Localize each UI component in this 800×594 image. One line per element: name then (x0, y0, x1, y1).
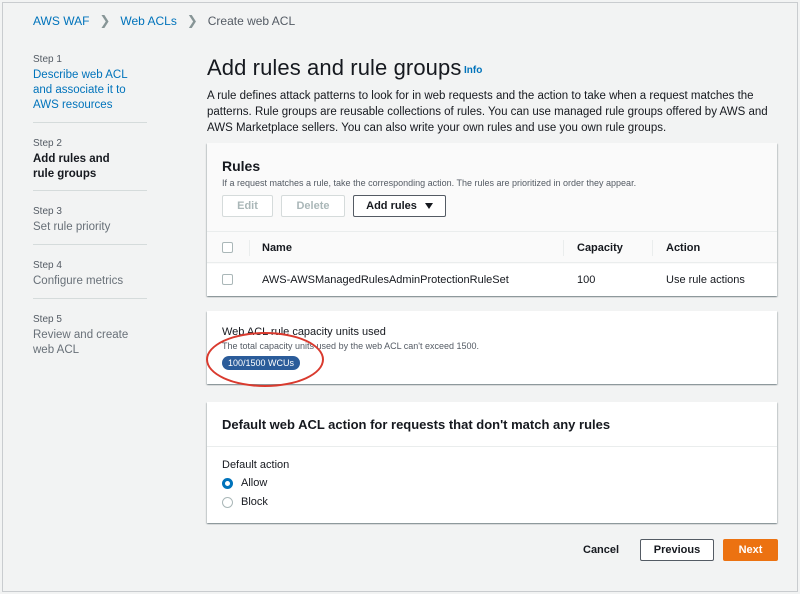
column-capacity[interactable]: Capacity (577, 232, 623, 264)
breadcrumb: AWS WAF ❯ Web ACLs ❯ Create web ACL (33, 13, 295, 29)
breadcrumb-current: Create web ACL (207, 14, 296, 28)
rule-capacity: 100 (577, 274, 596, 286)
rule-action: Use rule actions (666, 274, 745, 286)
info-link[interactable]: Info (464, 65, 482, 76)
column-action[interactable]: Action (666, 232, 700, 264)
radio-block-label: Block (241, 496, 268, 508)
step-divider (33, 190, 147, 191)
chevron-right-icon: ❯ (186, 13, 198, 28)
step-4: Step 4 Configure metrics (33, 259, 123, 289)
rules-subtitle: If a request matches a rule, take the co… (222, 178, 637, 188)
page-title: Add rules and rule groups (207, 55, 462, 80)
step-divider (33, 244, 147, 245)
radio-unselected-icon[interactable] (222, 496, 233, 508)
edit-button[interactable]: Edit (222, 195, 273, 217)
step-number: Step 2 (33, 138, 62, 149)
radio-allow-label: Allow (241, 477, 268, 489)
next-button[interactable]: Next (723, 539, 778, 561)
step-5-title: Review and create web ACL (33, 329, 129, 356)
step-3-title: Set rule priority (33, 221, 111, 233)
add-rules-button[interactable]: Add rules (353, 195, 446, 217)
default-action-label: Default action (222, 459, 290, 471)
default-action-heading: Default web ACL action for requests that… (222, 417, 611, 432)
rules-table-header: Name Capacity Action (207, 231, 777, 263)
step-number: Step 3 (33, 206, 62, 217)
column-divider (652, 240, 653, 256)
default-action-panel: Default web ACL action for requests that… (207, 402, 777, 523)
step-1-link[interactable]: Describe web ACL and associate it to AWS… (33, 68, 145, 113)
radio-selected-icon[interactable] (222, 477, 233, 489)
step-number: Step 4 (33, 260, 62, 271)
column-divider (563, 240, 564, 256)
step-number: Step 1 (33, 54, 62, 65)
rules-panel: Rules If a request matches a rule, take … (207, 143, 777, 296)
step-1: Step 1 Describe web ACL and associate it… (33, 53, 145, 113)
select-all-checkbox[interactable] (222, 242, 233, 253)
radio-block[interactable]: Block (222, 494, 268, 510)
page-description: A rule defines attack patterns to look f… (207, 90, 768, 134)
caret-down-icon (424, 203, 433, 209)
rule-name: AWS-AWSManagedRulesAdminProtectionRuleSe… (262, 274, 509, 286)
annotation-highlight-ellipse (206, 332, 324, 387)
radio-allow[interactable]: Allow (222, 475, 267, 491)
column-name[interactable]: Name (262, 232, 292, 264)
breadcrumb-aws-waf[interactable]: AWS WAF (33, 14, 89, 28)
column-divider (249, 240, 250, 256)
add-rules-label: Add rules (366, 200, 417, 212)
delete-button[interactable]: Delete (281, 195, 345, 217)
table-row[interactable]: AWS-AWSManagedRulesAdminProtectionRuleSe… (207, 264, 777, 296)
step-2: Step 2 Add rules and rule groups (33, 137, 133, 182)
step-4-title: Configure metrics (33, 275, 124, 287)
chevron-right-icon: ❯ (99, 13, 111, 28)
cancel-button[interactable]: Cancel (583, 539, 619, 561)
previous-button[interactable]: Previous (640, 539, 714, 561)
breadcrumb-web-acls[interactable]: Web ACLs (120, 14, 176, 28)
rules-heading: Rules (222, 158, 261, 174)
step-2-title: Add rules and rule groups (33, 153, 110, 180)
step-3: Step 3 Set rule priority (33, 205, 110, 235)
step-divider (33, 122, 147, 123)
step-divider (33, 298, 147, 299)
step-5: Step 5 Review and create web ACL (33, 313, 145, 358)
row-checkbox[interactable] (222, 274, 233, 285)
step-number: Step 5 (33, 314, 62, 325)
panel-divider (207, 446, 777, 447)
